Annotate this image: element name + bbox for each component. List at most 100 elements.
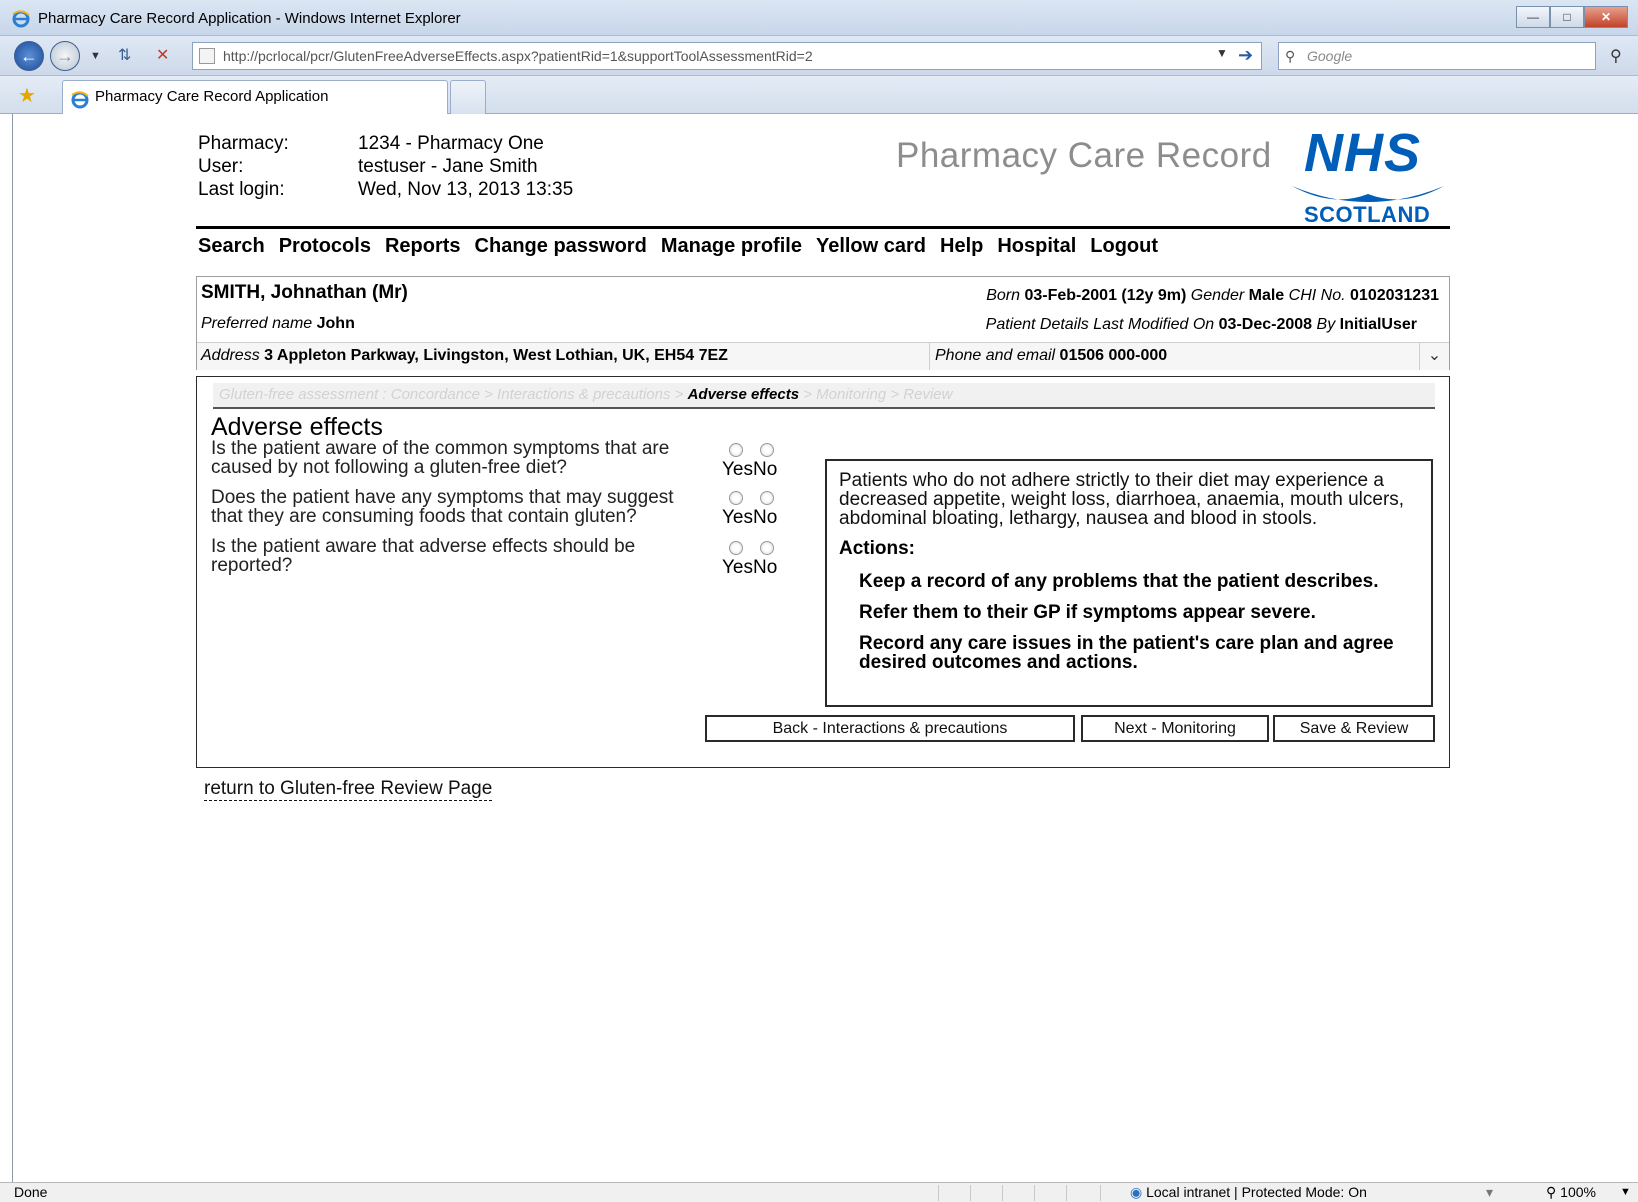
- radio-yes-label: Yes: [722, 459, 753, 480]
- nav-yellow-card[interactable]: Yellow card: [816, 235, 926, 258]
- nav-help[interactable]: Help: [940, 235, 983, 258]
- search-placeholder: Google: [1307, 48, 1353, 64]
- wizard-breadcrumb: Gluten-free assessment : Concordance > I…: [213, 383, 1435, 409]
- pharmacy-label: Pharmacy:: [198, 133, 289, 154]
- patient-demographics: Born 03-Feb-2001 (12y 9m) Gender Male CH…: [986, 287, 1439, 305]
- radio-no-label: No: [753, 557, 778, 578]
- radio-group-consuming-gluten: YesNo: [721, 491, 791, 529]
- back-button[interactable]: Back - Interactions & precautions: [705, 715, 1075, 742]
- radio-no[interactable]: [760, 443, 774, 457]
- chi-value: 0102031231: [1350, 287, 1439, 304]
- search-icon: ⚲: [1285, 48, 1296, 64]
- radio-yes[interactable]: [729, 541, 743, 555]
- zoom-text: 100%: [1560, 1184, 1596, 1200]
- minimize-icon[interactable]: —: [1516, 6, 1550, 28]
- phone-value: 01506 000-000: [1059, 347, 1168, 364]
- zone-text: Local intranet | Protected Mode: On: [1146, 1184, 1367, 1200]
- go-arrow-icon[interactable]: ➔: [1238, 45, 1253, 65]
- zoom-level[interactable]: ⚲ 100%: [1546, 1183, 1596, 1202]
- pharmacy-value: 1234 - Pharmacy One: [358, 133, 544, 154]
- intranet-globe-icon: ◉: [1130, 1184, 1143, 1200]
- modified-value: 03-Dec-2008: [1218, 316, 1313, 333]
- nav-manage-profile[interactable]: Manage profile: [661, 235, 802, 258]
- gender-value: Male: [1248, 287, 1285, 304]
- action-item: Refer them to their GP if symptoms appea…: [859, 602, 1316, 623]
- forward-arrow-icon[interactable]: →: [50, 41, 80, 71]
- user-value: testuser - Jane Smith: [358, 156, 538, 177]
- maximize-icon[interactable]: □: [1550, 6, 1584, 28]
- question-symptoms-awareness: Is the patient aware of the common sympt…: [211, 438, 670, 478]
- expand-details-chevron-icon[interactable]: ⌄: [1419, 343, 1449, 370]
- born-label: Born: [986, 287, 1021, 304]
- history-dropdown-icon[interactable]: ▼: [90, 46, 101, 66]
- search-input[interactable]: ⚲ Google: [1278, 42, 1596, 70]
- status-separator: [938, 1185, 939, 1201]
- tab-bar: ★ Pharmacy Care Record Application: [0, 76, 1638, 114]
- close-icon[interactable]: ✕: [1584, 6, 1628, 28]
- new-tab-button[interactable]: [450, 80, 486, 114]
- status-separator: [1034, 1185, 1035, 1201]
- patient-address: Address 3 Appleton Parkway, Livingston, …: [201, 347, 728, 365]
- nav-logout[interactable]: Logout: [1090, 235, 1158, 258]
- url-text: http://pcrlocal/pcr/GlutenFreeAdverseEff…: [223, 48, 813, 64]
- status-separator: [1100, 1185, 1101, 1201]
- window-controls: — □ ✕: [1516, 6, 1628, 28]
- radio-yes[interactable]: [729, 491, 743, 505]
- back-arrow-icon[interactable]: ←: [14, 41, 44, 71]
- preferred-name-label: Preferred name: [201, 315, 313, 332]
- nav-hospital[interactable]: Hospital: [997, 235, 1076, 258]
- return-to-review-link[interactable]: return to Gluten-free Review Page: [204, 778, 493, 801]
- age-value: (12y 9m): [1121, 287, 1187, 304]
- favorites-star-icon[interactable]: ★: [18, 83, 36, 108]
- header-divider: [196, 226, 1450, 229]
- window-title: Pharmacy Care Record Application - Windo…: [38, 10, 461, 27]
- zoom-dropdown-icon[interactable]: ▼: [1620, 1183, 1631, 1202]
- actions-heading: Actions:: [839, 538, 915, 559]
- guidance-text: Patients who do not adhere strictly to t…: [839, 470, 1405, 529]
- last-login-label: Last login:: [198, 179, 285, 200]
- radio-no-label: No: [753, 507, 778, 528]
- patient-contact-row: Address 3 Appleton Parkway, Livingston, …: [197, 342, 1449, 370]
- guidance-box: Patients who do not adhere strictly to t…: [825, 459, 1433, 707]
- window-titlebar: Pharmacy Care Record Application - Windo…: [0, 0, 1638, 36]
- nav-change-password[interactable]: Change password: [475, 235, 647, 258]
- security-zone[interactable]: ◉ Local intranet | Protected Mode: On: [1130, 1183, 1367, 1202]
- nav-reports[interactable]: Reports: [385, 235, 461, 258]
- tab-label: Pharmacy Care Record Application: [95, 88, 329, 105]
- radio-no[interactable]: [760, 491, 774, 505]
- compatibility-icon[interactable]: ⇅: [118, 46, 131, 66]
- search-go-icon[interactable]: ⚲: [1610, 46, 1622, 66]
- modified-by-value: InitialUser: [1339, 316, 1417, 333]
- adverse-effects-form: Gluten-free assessment : Concordance > I…: [196, 376, 1450, 768]
- ie-logo-icon: [12, 10, 30, 33]
- radio-yes[interactable]: [729, 443, 743, 457]
- address-label: Address: [201, 347, 260, 364]
- radio-no[interactable]: [760, 541, 774, 555]
- status-bar: Done ◉ Local intranet | Protected Mode: …: [0, 1182, 1638, 1202]
- save-review-button[interactable]: Save & Review: [1273, 715, 1435, 742]
- gender-label: Gender: [1190, 287, 1245, 304]
- breadcrumb-next-steps: > Monitoring > Review: [803, 386, 953, 403]
- action-item: Keep a record of any problems that the p…: [859, 571, 1379, 592]
- patient-last-modified: Patient Details Last Modified On 03-Dec-…: [986, 316, 1417, 334]
- question-consuming-gluten: Does the patient have any symptoms that …: [211, 487, 674, 527]
- radio-yes-label: Yes: [722, 507, 753, 528]
- modified-label: Patient Details Last Modified On: [985, 316, 1215, 333]
- nav-protocols[interactable]: Protocols: [279, 235, 371, 258]
- chi-label: CHI No.: [1288, 287, 1346, 304]
- modified-by-label: By: [1316, 316, 1336, 333]
- nav-search[interactable]: Search: [198, 235, 265, 258]
- status-text: Done: [14, 1184, 48, 1200]
- action-item: Record any care issues in the patient's …: [859, 633, 1394, 673]
- tab-pharmacy-care-record[interactable]: Pharmacy Care Record Application: [62, 80, 448, 114]
- logo-nhs-text: NHS: [1304, 123, 1422, 183]
- address-value: 3 Appleton Parkway, Livingston, West Lot…: [264, 347, 728, 364]
- nhs-scotland-logo: NHS SCOTLAND: [1286, 122, 1446, 227]
- protected-mode-icon[interactable]: ▾: [1486, 1183, 1493, 1202]
- logo-scotland-text: SCOTLAND: [1304, 202, 1431, 227]
- patient-summary-panel: SMITH, Johnathan (Mr) Preferred name Joh…: [196, 276, 1450, 370]
- url-dropdown-icon[interactable]: ▼: [1216, 46, 1228, 60]
- stop-icon[interactable]: ✕: [156, 46, 169, 66]
- next-button[interactable]: Next - Monitoring: [1081, 715, 1269, 742]
- address-input[interactable]: http://pcrlocal/pcr/GlutenFreeAdverseEff…: [192, 42, 1262, 70]
